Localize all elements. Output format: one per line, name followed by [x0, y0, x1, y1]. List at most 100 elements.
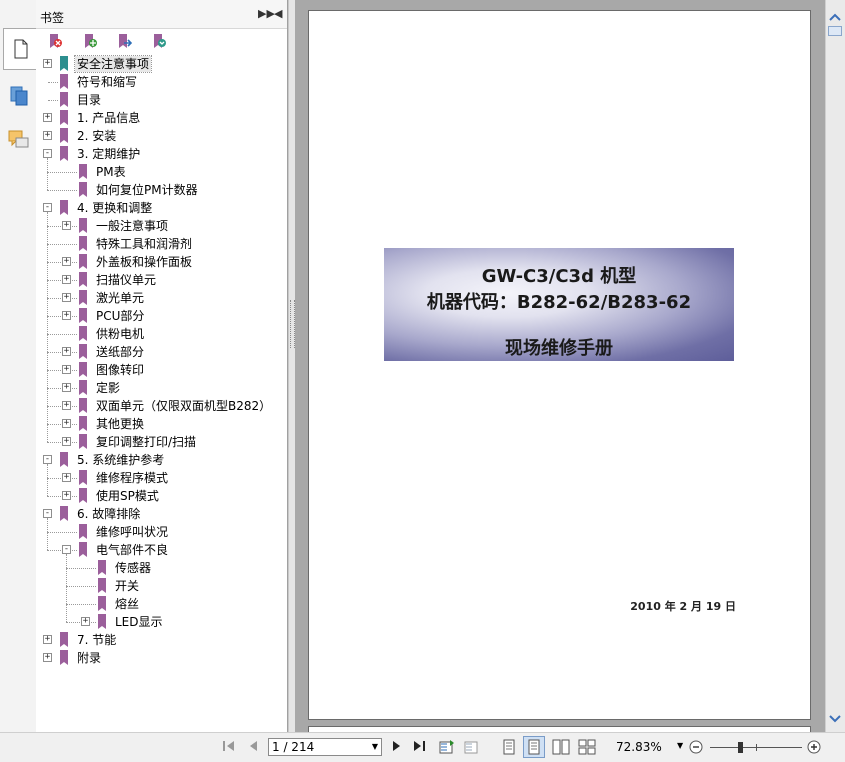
bookmark-label[interactable]: 复印调整打印/扫描: [94, 434, 198, 450]
bookmark-item[interactable]: + 复印调整打印/扫描: [36, 433, 287, 451]
bookmark-label[interactable]: 如何复位PM计数器: [94, 182, 200, 198]
expand-icon[interactable]: +: [43, 635, 52, 644]
bookmark-label[interactable]: 外盖板和操作面板: [94, 254, 194, 270]
bookmark-label[interactable]: 其他更换: [94, 416, 146, 432]
expand-icon[interactable]: +: [62, 275, 71, 284]
bookmark-item[interactable]: 特殊工具和润滑剂: [36, 235, 287, 253]
expand-icon[interactable]: +: [81, 617, 90, 626]
bookmarks-tab[interactable]: [3, 28, 37, 70]
bookmark-label[interactable]: 维修呼叫状况: [94, 524, 170, 540]
scroll-down-icon[interactable]: [828, 714, 842, 724]
bookmark-label[interactable]: 双面单元（仅限双面机型B282）: [94, 398, 273, 414]
bookmark-item[interactable]: +2. 安装: [36, 127, 287, 145]
expand-icon[interactable]: +: [62, 311, 71, 320]
bookmark-item[interactable]: - 3. 定期维护: [36, 145, 287, 163]
bookmark-item[interactable]: 维修呼叫状况: [36, 523, 287, 541]
expand-icon[interactable]: +: [43, 59, 52, 68]
bookmark-label[interactable]: 符号和缩写: [75, 74, 139, 90]
expand-icon[interactable]: +: [43, 653, 52, 662]
expand-icon[interactable]: +: [62, 293, 71, 302]
bookmark-item[interactable]: + PCU部分: [36, 307, 287, 325]
zoom-in-icon[interactable]: [806, 739, 822, 755]
bookmark-item[interactable]: + LED显示: [36, 613, 287, 631]
bookmark-item[interactable]: + 一般注意事项: [36, 217, 287, 235]
bookmark-item[interactable]: - 电气部件不良: [36, 541, 287, 559]
bookmark-label[interactable]: 电气部件不良: [94, 542, 170, 558]
bookmark-label[interactable]: 6. 故障排除: [75, 506, 142, 522]
collapse-icon[interactable]: -: [43, 509, 52, 518]
bookmark-item[interactable]: + 定影: [36, 379, 287, 397]
bookmark-item[interactable]: + 附录: [36, 649, 287, 667]
bookmark-label[interactable]: 定影: [94, 380, 122, 396]
zoom-dropdown-icon[interactable]: ▼: [677, 741, 683, 750]
expand-icon[interactable]: +: [62, 491, 71, 500]
expand-icon[interactable]: +: [62, 473, 71, 482]
bookmark-item[interactable]: + 外盖板和操作面板: [36, 253, 287, 271]
bookmark-label[interactable]: 7. 节能: [75, 632, 118, 648]
bookmark-label[interactable]: 特殊工具和润滑剂: [94, 236, 194, 252]
expand-icon[interactable]: +: [62, 257, 71, 266]
two-page-icon[interactable]: [552, 739, 570, 755]
scroll-up-icon[interactable]: [828, 12, 842, 22]
bookmark-item[interactable]: 供粉电机: [36, 325, 287, 343]
bookmark-label[interactable]: LED显示: [113, 614, 165, 630]
bookmark-label[interactable]: 开关: [113, 578, 141, 594]
bookmark-item[interactable]: + 其他更换: [36, 415, 287, 433]
expand-icon[interactable]: +: [62, 419, 71, 428]
bookmark-item[interactable]: - 5. 系统维护参考: [36, 451, 287, 469]
bookmark-item[interactable]: +1. 产品信息: [36, 109, 287, 127]
expand-icon[interactable]: +: [43, 131, 52, 140]
bookmark-item[interactable]: + 图像转印: [36, 361, 287, 379]
expand-icon[interactable]: +: [62, 347, 71, 356]
next-page-icon[interactable]: [390, 739, 404, 753]
bookmark-item[interactable]: - 4. 更换和调整: [36, 199, 287, 217]
first-page-icon[interactable]: [222, 739, 236, 753]
bookmark-item[interactable]: 目录: [36, 91, 287, 109]
previous-view-icon[interactable]: [438, 739, 456, 755]
bookmark-item[interactable]: 传感器: [36, 559, 287, 577]
expand-icon[interactable]: +: [62, 221, 71, 230]
bookmark-label[interactable]: 维修程序模式: [94, 470, 170, 486]
scroll-thumb[interactable]: [828, 26, 842, 36]
zoom-out-icon[interactable]: [688, 739, 704, 755]
zoom-slider-handle[interactable]: [738, 742, 743, 753]
last-page-icon[interactable]: [412, 739, 428, 753]
bookmark-item[interactable]: + 扫描仪单元: [36, 271, 287, 289]
bookmark-label[interactable]: 目录: [75, 92, 103, 108]
bookmark-label[interactable]: 供粉电机: [94, 326, 146, 342]
bookmark-label[interactable]: 附录: [75, 650, 103, 666]
next-view-icon[interactable]: [463, 739, 481, 755]
collapse-icon[interactable]: -: [62, 545, 71, 554]
expand-icon[interactable]: +: [62, 383, 71, 392]
bookmark-item[interactable]: + 维修程序模式: [36, 469, 287, 487]
bookmark-label[interactable]: 5. 系统维护参考: [75, 452, 166, 468]
bookmark-item[interactable]: 如何复位PM计数器: [36, 181, 287, 199]
bookmark-item[interactable]: +7. 节能: [36, 631, 287, 649]
zoom-level[interactable]: 72.83%: [616, 740, 662, 754]
bookmark-label[interactable]: 安全注意事项: [73, 55, 153, 73]
bookmark-label[interactable]: 使用SP模式: [94, 488, 161, 504]
bookmark-label[interactable]: PCU部分: [94, 308, 146, 324]
bookmark-label[interactable]: 激光单元: [94, 290, 146, 306]
bookmark-label[interactable]: 扫描仪单元: [94, 272, 158, 288]
expand-icon[interactable]: +: [62, 437, 71, 446]
bookmark-item[interactable]: 熔丝: [36, 595, 287, 613]
bookmark-label[interactable]: 3. 定期维护: [75, 146, 142, 162]
collapse-icon[interactable]: -: [43, 203, 52, 212]
document-viewer[interactable]: GW-C3/C3d 机型 机器代码：B282-62/B283-62 现场维修手册…: [295, 0, 825, 732]
expand-icon[interactable]: +: [62, 365, 71, 374]
expand-icon[interactable]: +: [43, 113, 52, 122]
previous-page-icon[interactable]: [246, 739, 260, 753]
bookmark-item[interactable]: 开关: [36, 577, 287, 595]
bookmark-item[interactable]: + 使用SP模式: [36, 487, 287, 505]
expand-icon[interactable]: +: [62, 401, 71, 410]
bookmark-item[interactable]: + 激光单元: [36, 289, 287, 307]
chevron-down-icon[interactable]: ▼: [372, 739, 378, 755]
bookmark-item[interactable]: - 6. 故障排除: [36, 505, 287, 523]
collapse-icon[interactable]: -: [43, 149, 52, 158]
bookmark-label[interactable]: 熔丝: [113, 596, 141, 612]
bookmark-item[interactable]: PM表: [36, 163, 287, 181]
collapse-icon[interactable]: -: [43, 455, 52, 464]
bookmark-label[interactable]: 图像转印: [94, 362, 146, 378]
bookmark-item[interactable]: + 双面单元（仅限双面机型B282）: [36, 397, 287, 415]
